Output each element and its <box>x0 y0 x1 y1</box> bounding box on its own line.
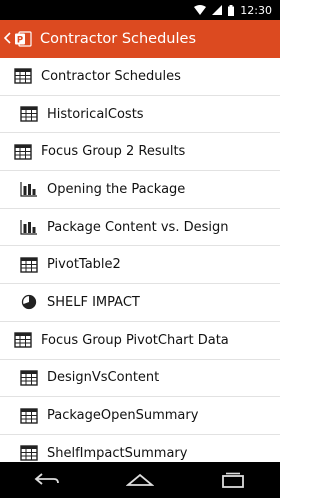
table-icon <box>20 256 38 274</box>
list-item[interactable]: PivotTable2 <box>0 246 280 285</box>
list-item[interactable]: Focus Group 2 Results <box>0 133 280 172</box>
app-logo-icon[interactable]: P <box>14 30 32 48</box>
list-item[interactable]: Package Content vs. Design <box>0 209 280 247</box>
table-icon <box>14 67 32 85</box>
table-icon <box>14 331 32 349</box>
list-item[interactable]: SHELF IMPACT <box>0 284 280 322</box>
navigation-bar <box>0 462 280 498</box>
svg-text:P: P <box>17 35 23 45</box>
table-icon <box>20 105 38 123</box>
list-item[interactable]: DesignVsContent <box>0 360 280 398</box>
list-item-label: PackageOpenSummary <box>47 408 199 424</box>
recents-nav-icon[interactable] <box>213 465 253 495</box>
list-item[interactable]: PackageOpenSummary <box>0 397 280 435</box>
list-item[interactable]: HistoricalCosts <box>0 96 280 134</box>
list-item-label: ShelfImpactSummary <box>47 445 188 461</box>
list-item[interactable]: ShelfImpactSummary <box>0 435 280 462</box>
back-chevron-icon[interactable] <box>3 31 12 47</box>
wifi-icon <box>194 5 207 15</box>
app-bar: P Contractor Schedules <box>0 20 280 58</box>
table-icon <box>20 444 38 462</box>
list-item-label: Focus Group 2 Results <box>41 144 186 160</box>
list-item-label: DesignVsContent <box>47 370 160 386</box>
cell-signal-icon <box>212 5 223 15</box>
table-icon <box>20 369 38 387</box>
bar-chart-icon <box>20 180 38 198</box>
back-nav-icon[interactable] <box>27 465 67 495</box>
list-item-label: SHELF IMPACT <box>47 294 140 310</box>
sheet-list: Contractor Schedules HistoricalCosts Focus… <box>0 58 280 462</box>
list-item-label: Opening the Package <box>47 181 186 197</box>
table-icon <box>20 407 38 425</box>
pie-chart-icon <box>20 293 38 311</box>
list-item[interactable]: Contractor Schedules <box>0 58 280 96</box>
list-item-label: PivotTable2 <box>47 257 121 273</box>
table-icon <box>14 143 32 161</box>
list-item-label: Contractor Schedules <box>41 68 181 84</box>
list-item-label: Focus Group PivotChart Data <box>41 332 229 348</box>
home-nav-icon[interactable] <box>120 465 160 495</box>
status-bar: 12:30 <box>0 0 280 20</box>
app-title: Contractor Schedules <box>40 31 197 47</box>
list-item-label: HistoricalCosts <box>47 106 144 122</box>
battery-icon <box>228 4 235 16</box>
status-time: 12:30 <box>240 3 272 17</box>
list-item[interactable]: Focus Group PivotChart Data <box>0 322 280 360</box>
list-item-label: Package Content vs. Design <box>47 219 229 235</box>
bar-chart-icon <box>20 218 38 236</box>
list-item[interactable]: Opening the Package <box>0 171 280 209</box>
